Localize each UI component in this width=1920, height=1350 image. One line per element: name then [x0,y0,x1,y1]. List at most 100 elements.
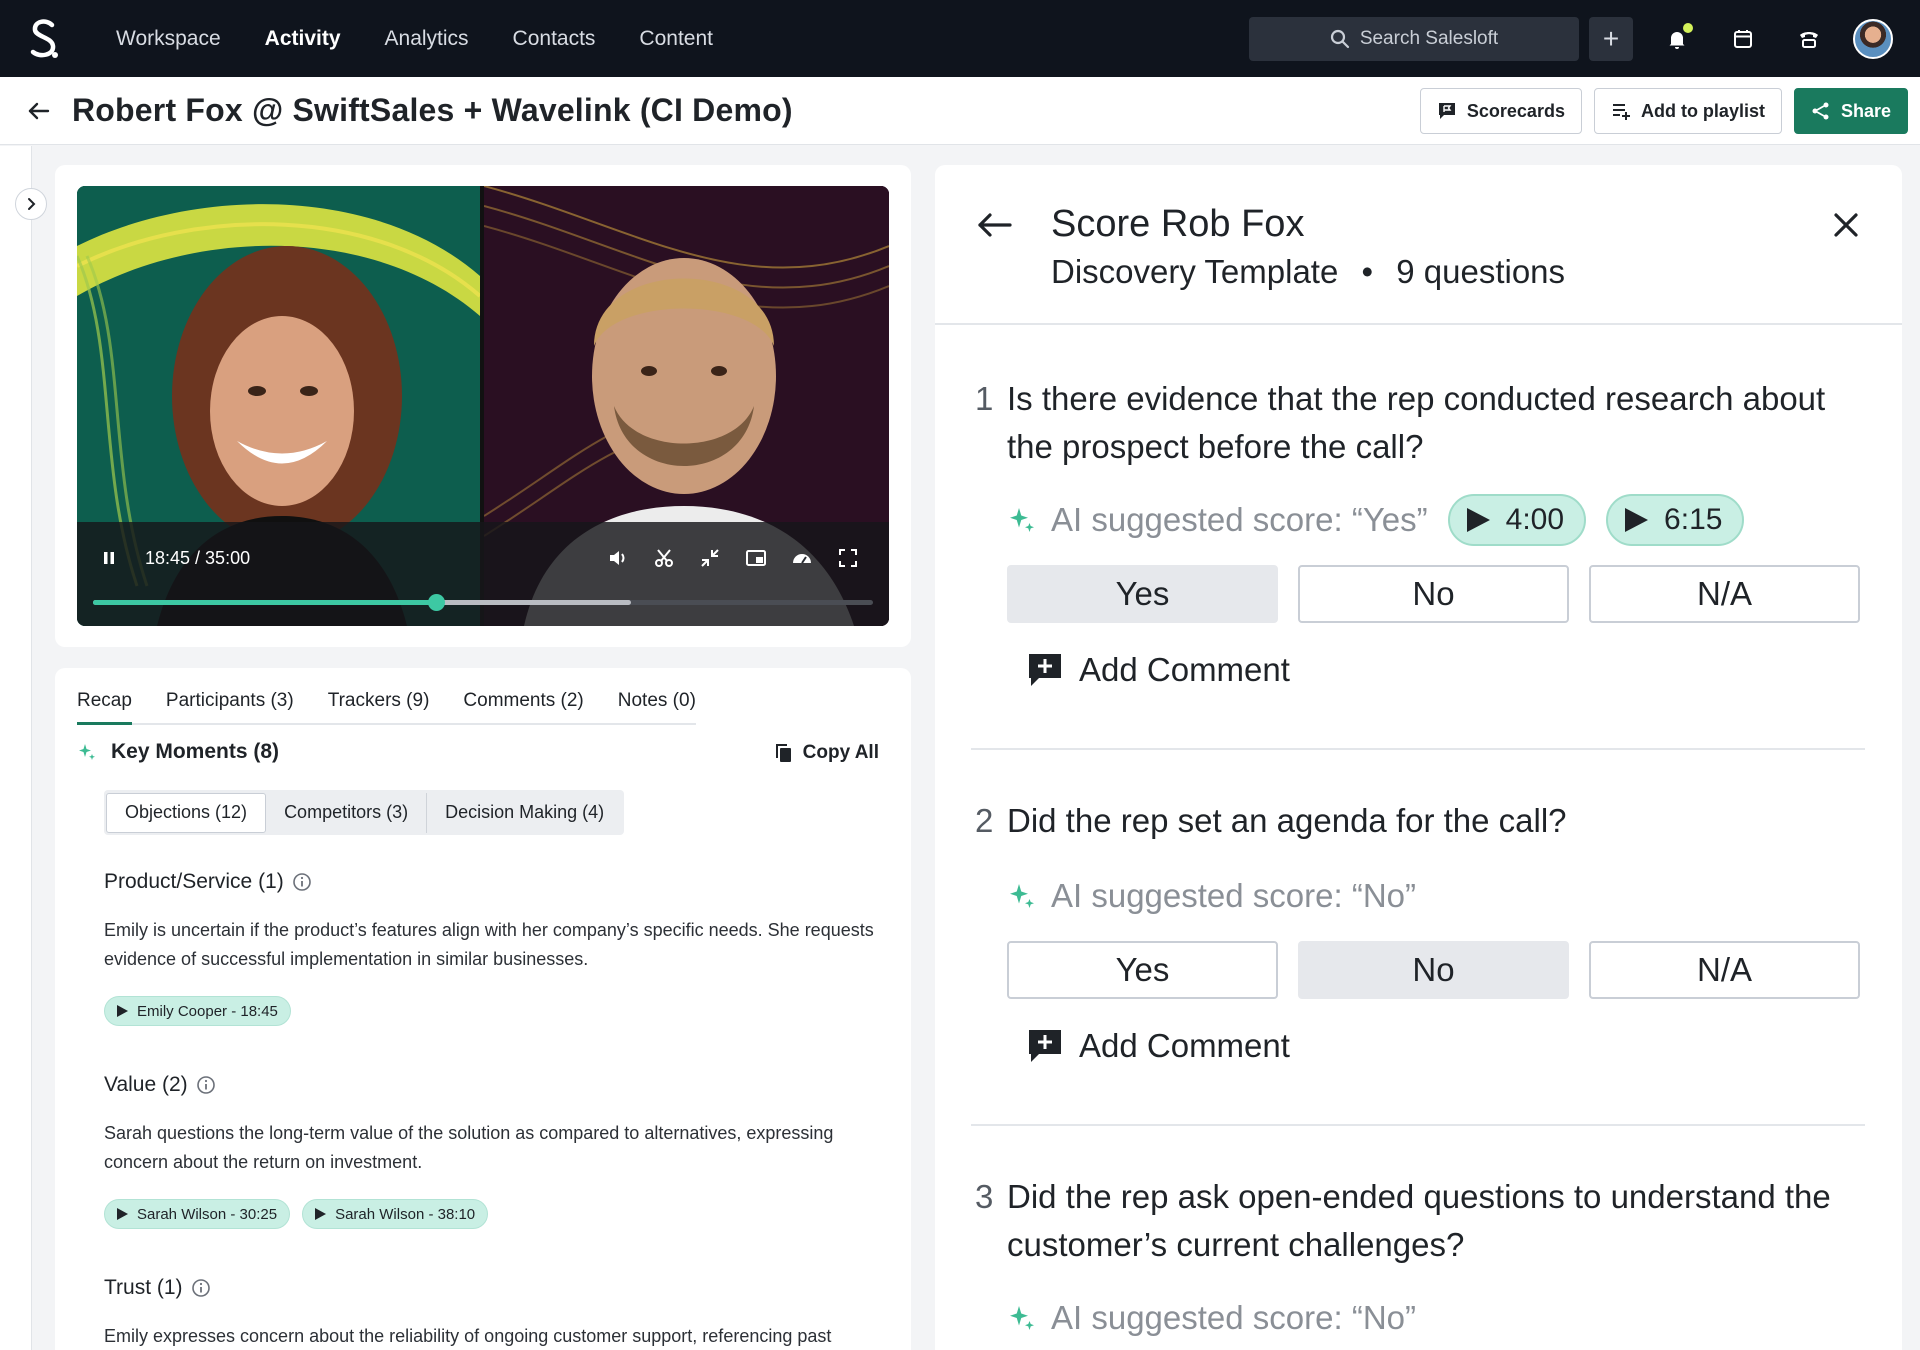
choice-yes[interactable]: Yes [1007,941,1278,999]
ai-suggested-score: AI suggested score: “No” [1051,877,1416,914]
tab-trackers[interactable]: Trackers (9) [328,690,430,723]
search-icon [1330,29,1349,48]
calendar-button[interactable] [1721,17,1765,61]
calendar-icon [1734,29,1752,48]
left-rail [0,146,32,1350]
copy-all-button[interactable]: Copy All [775,742,879,764]
tab-recap[interactable]: Recap [77,690,132,725]
score-panel-subtitle: Discovery Template • 9 questions [1051,253,1565,291]
video-controls: 18:45 / 35:00 [77,522,889,626]
moment-product-service: Product/Service (1) Emily is uncertain i… [104,870,884,1026]
user-avatar[interactable] [1853,18,1893,59]
close-icon[interactable] [1830,209,1862,241]
template-name: Discovery Template [1051,253,1339,290]
timestamp-label: 4:00 [1505,503,1565,536]
tab-comments[interactable]: Comments (2) [463,690,583,723]
chip-label: Sarah Wilson - 30:25 [137,1205,278,1223]
video-progress-fill [93,600,437,605]
timestamp-play-button[interactable]: 4:00 [1447,494,1587,546]
moment-value: Value (2) Sarah questions the long-term … [104,1073,884,1229]
playback-speed-icon[interactable] [791,547,813,569]
add-to-playlist-button[interactable]: Add to playlist [1593,88,1782,134]
question-3: 3 Did the rep ask open-ended questions t… [971,1173,1871,1343]
video-scrubber-handle[interactable] [428,594,446,611]
video-progress-bar[interactable] [93,594,873,611]
ai-sparkle-icon [1010,508,1034,532]
scissors-icon[interactable] [653,547,675,569]
timestamp-chip[interactable]: Sarah Wilson - 38:10 [302,1199,489,1229]
info-icon[interactable] [196,1075,216,1095]
play-icon [117,1005,128,1017]
nav-contacts[interactable]: Contacts [491,0,618,77]
choice-na[interactable]: N/A [1589,565,1860,623]
scorecards-button[interactable]: Scorecards [1419,88,1582,134]
choice-yes[interactable]: Yes [1007,565,1278,623]
video-player[interactable]: 18:45 / 35:00 [77,186,889,626]
question-text: Is there evidence that the rep conducted… [1007,380,1826,465]
play-icon [117,1208,128,1220]
share-label: Share [1840,100,1891,121]
share-button[interactable]: Share [1793,88,1908,134]
moment-title: Value (2) [104,1073,188,1096]
search-input[interactable]: Search Salesloft [1249,16,1579,61]
create-button[interactable]: + [1589,16,1633,61]
question-divider [971,1124,1865,1126]
video-card: 18:45 / 35:00 [55,165,911,647]
timestamp-chip[interactable]: Emily Cooper - 18:45 [104,996,291,1026]
ai-suggested-score: AI suggested score: “No” [1051,1299,1416,1336]
segment-decision-making[interactable]: Decision Making (4) [427,793,622,833]
info-icon[interactable] [191,1278,211,1298]
nav-workspace[interactable]: Workspace [94,0,243,77]
notifications-button[interactable] [1655,17,1699,61]
search-placeholder: Search Salesloft [1359,27,1499,49]
expand-sidebar-button[interactable] [15,188,47,220]
add-comment-button[interactable]: Add Comment [1027,651,1871,689]
choice-no[interactable]: No [1298,941,1569,999]
ai-sparkle-icon [1010,1306,1034,1330]
timestamp-play-button[interactable]: 6:15 [1606,494,1745,546]
copy-icon [775,744,791,762]
notification-dot [1683,22,1693,33]
add-to-playlist-label: Add to playlist [1640,100,1765,121]
playlist-add-icon [1612,104,1630,120]
pause-icon[interactable] [91,540,127,576]
timestamp-chip[interactable]: Sarah Wilson - 30:25 [104,1199,291,1229]
moment-description: Emily expresses concern about the reliab… [104,1326,832,1346]
salesloft-logo[interactable] [30,17,60,61]
moment-category-selector: Objections (12) Competitors (3) Decision… [104,790,625,835]
phone-button[interactable] [1787,17,1831,61]
score-panel-title: Score Rob Fox [1051,203,1305,245]
score-panel-header: Score Rob Fox Discovery Template • 9 que… [935,165,1902,325]
segment-competitors[interactable]: Competitors (3) [266,792,428,833]
nav-activity[interactable]: Activity [243,0,363,77]
recap-card: Recap Participants (3) Trackers (9) Comm… [55,668,911,1350]
score-panel: Score Rob Fox Discovery Template • 9 que… [935,165,1902,1350]
add-comment-icon [1029,1030,1061,1062]
question-text: Did the rep ask open-ended questions to … [1007,1178,1831,1263]
info-icon[interactable] [292,872,312,892]
fullscreen-icon[interactable] [837,547,859,569]
ai-suggested-score: AI suggested score: “Yes” [1051,501,1428,538]
back-arrow-icon[interactable] [975,205,1015,245]
nav-content[interactable]: Content [617,0,735,77]
minimize-icon[interactable] [699,547,721,569]
segment-objections[interactable]: Objections (12) [106,792,267,833]
question-number: 3 [975,1178,994,1215]
volume-icon[interactable] [607,547,629,569]
nav-analytics[interactable]: Analytics [363,0,491,77]
picture-in-picture-icon[interactable] [745,547,767,569]
add-comment-button[interactable]: Add Comment [1027,1027,1871,1065]
chip-label: Emily Cooper - 18:45 [137,1002,278,1020]
back-arrow-icon[interactable] [26,98,52,124]
tab-notes[interactable]: Notes (0) [618,690,696,723]
add-comment-label: Add Comment [1079,1027,1290,1064]
play-icon [1466,508,1490,532]
scorecards-label: Scorecards [1466,100,1565,121]
choice-na[interactable]: N/A [1589,941,1860,999]
top-navigation: Workspace Activity Analytics Contacts Co… [0,0,1920,77]
moment-title: Trust (1) [104,1276,183,1299]
choice-no[interactable]: No [1298,565,1569,623]
phone-icon [1800,31,1818,48]
moment-description: Sarah questions the long-term value of t… [104,1123,834,1172]
tab-participants[interactable]: Participants (3) [166,690,294,723]
